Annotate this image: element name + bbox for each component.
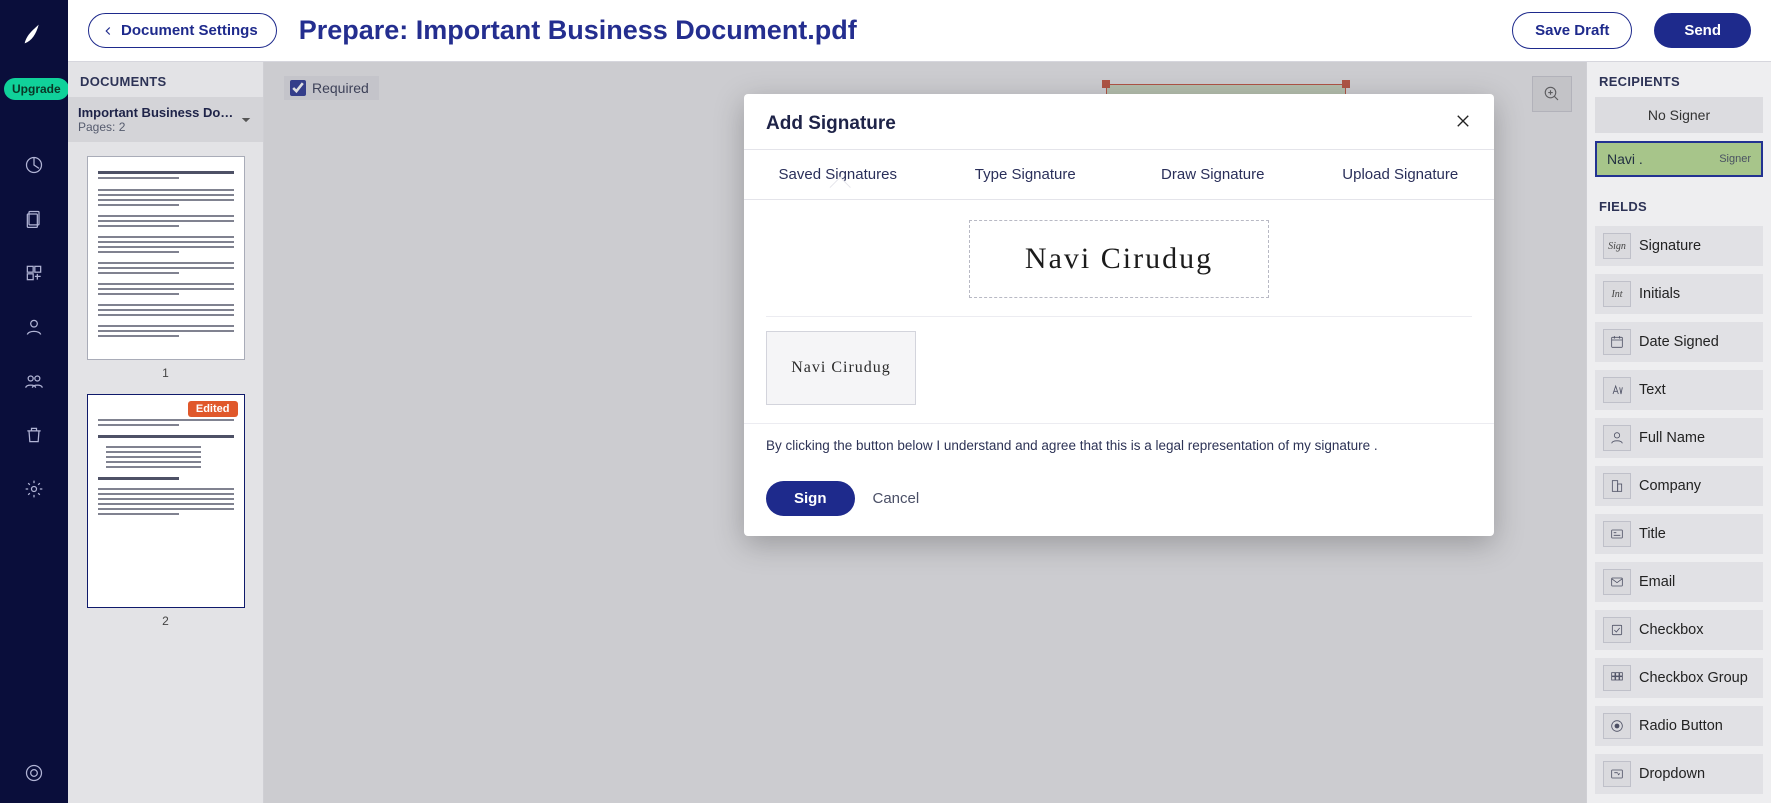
dashboard-icon[interactable] [22, 153, 46, 177]
help-icon[interactable] [22, 761, 46, 785]
document-settings-button[interactable]: Document Settings [88, 13, 277, 48]
text-icon [1603, 377, 1631, 403]
add-signature-modal: Add Signature Saved Signatures Type Sign… [744, 94, 1494, 536]
no-signer-option[interactable]: No Signer [1595, 97, 1763, 133]
calendar-icon [1603, 329, 1631, 355]
checkbox-group-icon [1603, 665, 1631, 691]
field-radio-button[interactable]: Radio Button [1595, 706, 1763, 746]
document-select-name: Important Business Do… [78, 105, 233, 120]
modal-title: Add Signature [766, 113, 896, 135]
field-label: Signature [1639, 238, 1701, 254]
field-date-signed[interactable]: Date Signed [1595, 322, 1763, 362]
canvas-area[interactable]: Required Add Signature Saved Signatures [264, 62, 1586, 803]
title-icon [1603, 521, 1631, 547]
page-thumb-1[interactable] [87, 156, 245, 360]
save-draft-button[interactable]: Save Draft [1512, 12, 1632, 49]
field-company[interactable]: Company [1595, 466, 1763, 506]
page-thumb-2-number: 2 [86, 614, 245, 628]
field-label: Checkbox [1639, 622, 1703, 638]
page-thumb-1-wrap[interactable]: 1 [68, 142, 263, 380]
tab-type-signature[interactable]: Type Signature [932, 150, 1120, 199]
field-label: Checkbox Group [1639, 670, 1748, 686]
field-label: Company [1639, 478, 1701, 494]
signer-row[interactable]: Navi . Signer [1595, 141, 1763, 177]
tab-saved-signatures[interactable]: Saved Signatures [744, 150, 932, 199]
page-thumb-1-number: 1 [86, 366, 245, 380]
initials-icon: Int [1603, 281, 1631, 307]
tab-upload-signature[interactable]: Upload Signature [1307, 150, 1495, 199]
field-checkbox-group[interactable]: Checkbox Group [1595, 658, 1763, 698]
field-signature[interactable]: Sign Signature [1595, 226, 1763, 266]
trash-icon[interactable] [22, 423, 46, 447]
upgrade-badge[interactable]: Upgrade [4, 78, 69, 100]
modal-close-button[interactable] [1454, 112, 1472, 135]
left-nav-rail: Upgrade [0, 0, 68, 803]
signature-preview: Navi Cirudug [969, 220, 1269, 298]
legal-disclaimer: By clicking the button below I understan… [744, 423, 1494, 467]
field-label: Initials [1639, 286, 1680, 302]
app-logo[interactable] [20, 20, 48, 53]
field-dropdown[interactable]: Dropdown [1595, 754, 1763, 794]
page-thumb-2[interactable]: Edited [87, 394, 245, 608]
tab-draw-signature[interactable]: Draw Signature [1119, 150, 1307, 199]
documents-icon[interactable] [22, 207, 46, 231]
contacts-icon[interactable] [22, 315, 46, 339]
field-checkbox[interactable]: Checkbox [1595, 610, 1763, 650]
body-region: DOCUMENTS Important Business Do… Pages: … [68, 62, 1771, 803]
field-label: Full Name [1639, 430, 1705, 446]
sign-button[interactable]: Sign [766, 481, 855, 516]
templates-icon[interactable] [22, 261, 46, 285]
send-button[interactable]: Send [1654, 13, 1751, 48]
field-text[interactable]: Text [1595, 370, 1763, 410]
page-title: Prepare: Important Business Document.pdf [299, 15, 857, 46]
field-label: Title [1639, 526, 1666, 542]
field-full-name[interactable]: Full Name [1595, 418, 1763, 458]
recipients-header: RECIPIENTS [1587, 62, 1771, 97]
checkbox-icon [1603, 617, 1631, 643]
documents-header: DOCUMENTS [68, 62, 263, 97]
chevron-down-icon [239, 113, 253, 127]
person-icon [1603, 425, 1631, 451]
document-select-pages: Pages: 2 [78, 120, 233, 134]
signature-icon: Sign [1603, 233, 1631, 259]
documents-sidebar: DOCUMENTS Important Business Do… Pages: … [68, 62, 264, 803]
team-icon[interactable] [22, 369, 46, 393]
settings-icon[interactable] [22, 477, 46, 501]
main-column: Document Settings Prepare: Important Bus… [68, 0, 1771, 803]
saved-signature-thumb[interactable]: Navi Cirudug [766, 331, 916, 405]
signature-tabs: Saved Signatures Type Signature Draw Sig… [744, 149, 1494, 200]
signer-name: Navi . [1607, 151, 1643, 167]
field-label: Dropdown [1639, 766, 1705, 782]
fields-header: FIELDS [1587, 187, 1771, 222]
radio-icon [1603, 713, 1631, 739]
field-label: Radio Button [1639, 718, 1723, 734]
dropdown-icon [1603, 761, 1631, 787]
edited-badge: Edited [188, 401, 238, 417]
field-label: Email [1639, 574, 1675, 590]
field-initials[interactable]: Int Initials [1595, 274, 1763, 314]
field-label: Text [1639, 382, 1666, 398]
email-icon [1603, 569, 1631, 595]
signer-role: Signer [1719, 153, 1751, 165]
field-title[interactable]: Title [1595, 514, 1763, 554]
field-label: Date Signed [1639, 334, 1719, 350]
document-settings-label: Document Settings [121, 22, 258, 39]
top-bar: Document Settings Prepare: Important Bus… [68, 0, 1771, 62]
field-email[interactable]: Email [1595, 562, 1763, 602]
cancel-button[interactable]: Cancel [873, 490, 920, 507]
company-icon [1603, 473, 1631, 499]
document-select[interactable]: Important Business Do… Pages: 2 [68, 97, 263, 142]
right-sidebar: RECIPIENTS No Signer Navi . Signer FIELD… [1586, 62, 1771, 803]
page-thumb-2-wrap[interactable]: Edited 2 [68, 380, 263, 628]
